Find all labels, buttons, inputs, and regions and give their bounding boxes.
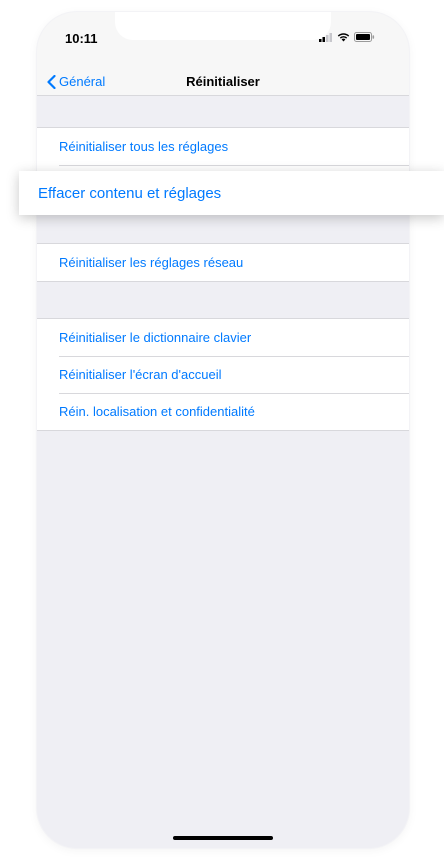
reset-group-3: Réinitialiser le dictionnaire clavier Ré… bbox=[37, 318, 409, 431]
reset-network-settings-label: Réinitialiser les réglages réseau bbox=[59, 255, 244, 270]
navigation-bar: 10:11 Général Réinitialiser bbox=[37, 12, 409, 96]
erase-content-and-settings-label: Effacer contenu et réglages bbox=[38, 184, 222, 202]
reset-location-privacy-row[interactable]: Réin. localisation et confidentialité bbox=[37, 393, 409, 430]
reset-network-settings-row[interactable]: Réinitialiser les réglages réseau bbox=[37, 244, 409, 281]
reset-home-screen-row[interactable]: Réinitialiser l'écran d'accueil bbox=[37, 356, 409, 393]
reset-all-settings-row[interactable]: Réinitialiser tous les réglages bbox=[37, 128, 409, 165]
wifi-icon bbox=[337, 33, 350, 42]
reset-group-2: Réinitialiser les réglages réseau bbox=[37, 243, 409, 282]
phone-screen: 10:11 Général Réinitialiser Réinitialise… bbox=[37, 12, 409, 848]
page: 10:11 Général Réinitialiser Réinitialise… bbox=[0, 0, 444, 858]
reset-keyboard-dictionary-label: Réinitialiser le dictionnaire clavier bbox=[59, 330, 252, 345]
cellular-signal-icon bbox=[319, 32, 332, 42]
status-icons bbox=[319, 32, 375, 42]
reset-home-screen-label: Réinitialiser l'écran d'accueil bbox=[59, 367, 222, 382]
home-indicator[interactable] bbox=[173, 836, 273, 840]
reset-location-privacy-label: Réin. localisation et confidentialité bbox=[59, 404, 255, 419]
page-title: Réinitialiser bbox=[186, 74, 260, 89]
notch bbox=[115, 12, 331, 40]
reset-keyboard-dictionary-row[interactable]: Réinitialiser le dictionnaire clavier bbox=[37, 319, 409, 356]
battery-icon bbox=[354, 32, 375, 42]
status-time: 10:11 bbox=[65, 31, 98, 46]
erase-content-and-settings-button[interactable]: Effacer contenu et réglages bbox=[19, 171, 444, 215]
reset-all-settings-label: Réinitialiser tous les réglages bbox=[59, 139, 229, 154]
